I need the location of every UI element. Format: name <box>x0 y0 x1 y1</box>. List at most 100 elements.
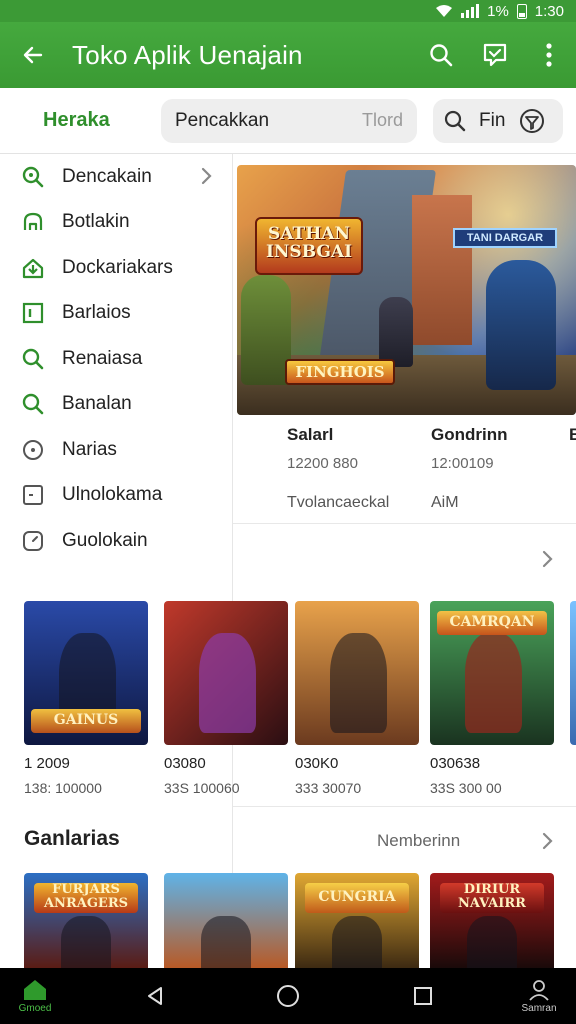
home-tab-label: Gmoed <box>18 1003 52 1014</box>
wifi-icon <box>436 5 453 17</box>
game-title: 030K0 <box>295 755 339 772</box>
find-label: Fin <box>479 109 506 131</box>
sidebar-item-dencakain[interactable]: Dencakain <box>0 154 232 200</box>
game-card[interactable] <box>164 873 288 968</box>
home-tab[interactable]: Gmoed <box>12 968 58 1024</box>
game-thumbnail: GAINUS <box>24 601 148 745</box>
featured-column[interactable]: Gondrinn 12:00109 AiM <box>431 425 507 512</box>
game-list: GAINUS 1 2009 138: 100000 03080 33S 1000… <box>24 601 576 801</box>
section-header: Ganlarias Nemberinn <box>0 815 576 865</box>
search-field-hint: Tlord <box>361 110 403 130</box>
person-icon <box>529 980 549 1001</box>
triangle-back-icon <box>148 987 162 1005</box>
sidebar-item-label: Botlakin <box>62 211 130 233</box>
sidebar-item-barlaios[interactable]: Barlaios <box>0 291 232 337</box>
game-card[interactable]: 030K0 333 30070 <box>295 601 419 796</box>
circle-home-icon <box>277 985 299 1007</box>
find-button[interactable]: Fin <box>433 98 563 143</box>
banner-logo-bottom: FINGHOIS <box>285 359 395 385</box>
sidebar-item-narias[interactable]: Narias <box>0 427 232 473</box>
game-card[interactable]: 03080 33S 100060 <box>164 601 288 796</box>
featured-value: 12200 880 <box>287 455 358 472</box>
chevron-right-icon[interactable] <box>541 831 555 851</box>
sidebar-item-banalan[interactable]: Banalan <box>0 382 232 428</box>
featured-info: Salarl 12200 880 Tvolancaeckal Gondrinn … <box>287 425 576 515</box>
chevron-right-icon[interactable] <box>541 549 555 569</box>
featured-banner[interactable]: SATHAN INSBGAI TANI DARGAR FINGHOIS <box>237 165 576 415</box>
search-icon <box>430 44 453 67</box>
sidebar-item-ulnolokama[interactable]: Ulnolokama <box>0 473 232 519</box>
recents-nav-button[interactable] <box>408 968 438 1024</box>
banner-logo-side: TANI DARGAR <box>453 228 557 248</box>
sidebar-item-botlakin[interactable]: Botlakin <box>0 200 232 246</box>
arrow-left-icon <box>23 46 43 64</box>
featured-sub: Tvolancaeckal <box>287 494 390 511</box>
app-bar: Toko Aplik Uenajain <box>0 22 576 88</box>
more-menu-button[interactable] <box>522 22 576 88</box>
divider <box>233 523 576 524</box>
game-card[interactable]: CAMRQAN 030638 33S 300 00 <box>430 601 554 796</box>
game-card[interactable]: FURJARS ANRAGERS <box>24 873 148 968</box>
sidebar-item-dockariakars[interactable]: Dockariakars <box>0 245 232 291</box>
game-logo: FURJARS ANRAGERS <box>33 883 139 913</box>
system-nav-bar: Gmoed Samran <box>0 968 576 1024</box>
target-icon <box>20 437 46 463</box>
game-title: 1 2009 <box>24 755 70 772</box>
sidebar-item-label: Guolokain <box>62 529 148 551</box>
game-meta: 333 30070 <box>295 780 362 796</box>
page-title: Toko Aplik Uenajain <box>72 39 303 70</box>
game-thumbnail: CAMRQAN <box>430 601 554 745</box>
banner-logo-main: SATHAN INSBGAI <box>255 217 363 275</box>
sidebar-item-renaiasa[interactable]: Renaiasa <box>0 336 232 382</box>
sidebar-item-label: Ulnolokama <box>62 484 163 506</box>
sidebar-item-guolokain[interactable]: Guolokain <box>0 518 232 564</box>
search-button[interactable] <box>414 22 468 88</box>
download-icon <box>20 255 46 281</box>
featured-column[interactable]: Salarl 12200 880 Tvolancaeckal <box>287 425 389 512</box>
status-bar: 1% 1:30 <box>0 0 576 22</box>
search-icon <box>444 110 466 131</box>
featured-column[interactable]: B <box>569 425 576 445</box>
sidebar-item-label: Dencakain <box>62 165 152 187</box>
game-card[interactable]: GAINUS 1 2009 138: 100000 <box>24 601 148 796</box>
battery-icon <box>516 3 527 19</box>
divider <box>233 806 576 807</box>
game-thumbnail <box>295 601 419 745</box>
game-meta: 138: 100000 <box>24 780 102 796</box>
sidebar: Dencakain Botlakin Dockariakars Barlaios… <box>0 154 232 594</box>
game-logo: CAMRQAN <box>437 611 547 635</box>
search-icon <box>20 346 46 372</box>
account-tab-label: Samran <box>521 1003 557 1014</box>
game-logo: DIRIUR NAVAIRR <box>439 883 545 913</box>
game-card[interactable]: DIRIUR NAVAIRR <box>430 873 554 968</box>
signal-icon <box>461 4 480 18</box>
game-logo: CUNGRIA <box>304 883 410 913</box>
account-tab[interactable]: Samran <box>516 968 562 1024</box>
search-field[interactable]: Pencakkan Tlord <box>161 98 417 143</box>
sidebar-item-label: Barlaios <box>62 302 131 324</box>
back-nav-button[interactable] <box>140 968 170 1024</box>
battery-percent: 1% <box>487 2 509 20</box>
game-meta: 33S 300 00 <box>430 780 502 796</box>
review-button[interactable] <box>468 22 522 88</box>
search-icon <box>20 164 46 190</box>
search-icon <box>20 391 46 417</box>
sidebar-item-label: Narias <box>62 438 117 460</box>
section-more-link[interactable]: Nemberinn <box>377 831 460 851</box>
brand-tab[interactable]: Heraka <box>0 109 160 132</box>
sidebar-item-label: Banalan <box>62 393 132 415</box>
game-thumbnail-partial[interactable] <box>570 601 576 745</box>
game-card[interactable]: CUNGRIA <box>295 873 419 968</box>
game-title: 030638 <box>430 755 481 772</box>
game-meta: 33S 100060 <box>164 780 240 796</box>
more-vertical-icon <box>546 43 552 67</box>
square-recents-icon <box>414 987 432 1005</box>
clock-icon <box>20 528 46 554</box>
home-nav-button[interactable] <box>272 968 304 1024</box>
back-button[interactable] <box>0 22 66 88</box>
sidebar-item-label: Dockariakars <box>62 256 173 278</box>
game-list-2: FURJARS ANRAGERS CUNGRIA DIRIUR NAVAIRR <box>24 873 576 968</box>
chat-check-icon <box>483 43 507 67</box>
box-icon <box>20 482 46 508</box>
game-logo: GAINUS <box>31 709 141 733</box>
